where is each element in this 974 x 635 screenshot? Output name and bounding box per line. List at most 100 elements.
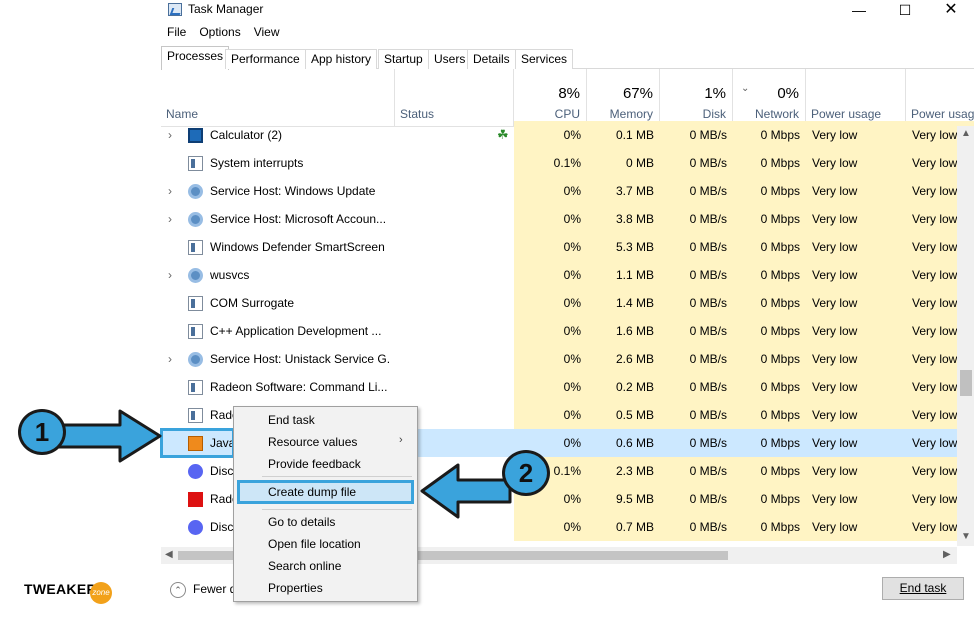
table-row[interactable]: › Service Host: Windows Update 0% 3.7 MB 0 M… (161, 177, 974, 205)
tab-performance[interactable]: Performance (225, 49, 306, 69)
header-disk[interactable]: 1% Disk (660, 69, 733, 127)
close-button[interactable]: ✕ (928, 0, 974, 22)
memory-cell: 9.5 MB (587, 485, 660, 513)
vertical-scroll-thumb[interactable] (960, 370, 972, 396)
memory-cell: 0.2 MB (587, 373, 660, 401)
tab-app-history[interactable]: App history (305, 49, 378, 69)
memory-total: 67% (622, 85, 653, 102)
system-icon (188, 324, 203, 339)
callout-badge-2: 2 (502, 450, 550, 496)
tab-startup[interactable]: Startup (378, 49, 429, 69)
gear-icon (188, 268, 203, 283)
minimize-button[interactable]: — (836, 0, 882, 22)
memory-cell: 2.6 MB (587, 345, 660, 373)
discord-icon (188, 520, 203, 535)
memory-cell: 0.5 MB (587, 401, 660, 429)
memory-cell: 3.8 MB (587, 205, 660, 233)
table-row[interactable]: Radeon Software: Command Li... 0% 0.2 MB 0 … (161, 373, 974, 401)
cpu-total: 8% (558, 85, 580, 102)
menu-go-to-details[interactable]: Go to details (268, 515, 335, 529)
tab-details[interactable]: Details (467, 49, 516, 69)
table-row[interactable]: C++ Application Development ... 0% 1.6 MB 0… (161, 317, 974, 345)
memory-cell: 3.7 MB (587, 177, 660, 205)
header-power[interactable]: Power usage (806, 69, 906, 127)
end-task-label: End task (899, 581, 947, 595)
memory-cell: 1.1 MB (587, 261, 660, 289)
context-menu: End task Resource values › Provide feedb… (233, 406, 418, 602)
disk-cell: 0 MB/s (660, 261, 733, 289)
menu-search-online[interactable]: Search online (268, 559, 341, 573)
sort-chevron-icon: ⌄ (741, 83, 750, 94)
expand-chevron-icon[interactable]: › (168, 261, 178, 289)
table-row[interactable]: › Service Host: Microsoft Accoun... 0% 3.8 … (161, 205, 974, 233)
menu-bar: File Options View (160, 25, 286, 43)
network-cell: 0 Mbps (733, 289, 806, 317)
menu-separator (262, 476, 412, 477)
header-name[interactable]: Name (161, 69, 395, 127)
header-network[interactable]: ⌄ 0% Network (733, 69, 806, 127)
table-row[interactable]: › Service Host: Unistack Service G... 0% 2.… (161, 345, 974, 373)
tab-services[interactable]: Services (515, 49, 574, 69)
process-name: C++ Application Development ... (210, 324, 382, 338)
header-disk-label: Disk (702, 107, 726, 121)
menu-view[interactable]: View (254, 25, 280, 39)
menu-create-dump-file[interactable]: Create dump file (237, 480, 414, 504)
tab-users[interactable]: Users (428, 49, 472, 69)
vertical-scrollbar[interactable]: ▲ ▼ (957, 126, 974, 546)
gear-icon (188, 212, 203, 227)
scroll-left-icon[interactable]: ◀ (165, 549, 173, 560)
fewer-details-link[interactable]: Fewer d (193, 582, 236, 596)
network-cell: 0 Mbps (733, 485, 806, 513)
table-row[interactable]: Windows Defender SmartScreen 0% 5.3 MB 0 MB… (161, 233, 974, 261)
menu-end-task[interactable]: End task (268, 413, 315, 427)
arrow-2-shape (420, 463, 512, 519)
process-name: Windows Defender SmartScreen (210, 240, 385, 254)
system-icon (188, 240, 203, 255)
menu-properties[interactable]: Properties (268, 581, 323, 595)
table-row[interactable]: › Calculator (2) ☘ 0% 0.1 MB 0 MB/s 0 Mbps Very… (161, 121, 974, 149)
collapse-icon[interactable]: ⌃ (170, 582, 186, 598)
network-total: 0% (777, 85, 799, 102)
header-status[interactable]: Status (395, 69, 514, 127)
header-power-trend[interactable]: Power usag (906, 69, 974, 127)
tab-processes[interactable]: Processes (161, 46, 230, 70)
arrow-1-shape (53, 409, 162, 463)
cpu-cell: 0% (514, 345, 587, 373)
disk-cell: 0 MB/s (660, 345, 733, 373)
scroll-right-icon[interactable]: ▶ (943, 549, 951, 560)
menu-file[interactable]: File (167, 25, 186, 39)
scroll-up-icon[interactable]: ▲ (961, 128, 971, 139)
expand-chevron-icon[interactable]: › (168, 121, 178, 149)
table-row[interactable]: › wusvcs 0% 1.1 MB 0 MB/s 0 Mbps Very low Very … (161, 261, 974, 289)
menu-open-file-location[interactable]: Open file location (268, 537, 361, 551)
maximize-button[interactable]: ☐ (882, 0, 928, 22)
leaf-icon: ☘ (497, 127, 509, 142)
cpu-cell: 0% (514, 261, 587, 289)
network-cell: 0 Mbps (733, 513, 806, 541)
menu-options[interactable]: Options (199, 25, 240, 39)
disk-cell: 0 MB/s (660, 401, 733, 429)
header-cpu[interactable]: 8% CPU (514, 69, 587, 127)
disk-cell: 0 MB/s (660, 317, 733, 345)
header-status-label: Status (400, 107, 435, 121)
memory-cell: 2.3 MB (587, 457, 660, 485)
expand-chevron-icon[interactable]: › (168, 177, 178, 205)
expand-chevron-icon[interactable]: › (168, 205, 178, 233)
memory-cell: 5.3 MB (587, 233, 660, 261)
power-cell: Very low (806, 177, 906, 205)
menu-provide-feedback[interactable]: Provide feedback (268, 457, 361, 471)
memory-cell: 1.6 MB (587, 317, 660, 345)
window-title: Task Manager (188, 2, 264, 16)
network-cell: 0 Mbps (733, 121, 806, 149)
network-cell: 0 Mbps (733, 261, 806, 289)
memory-cell: 0.7 MB (587, 513, 660, 541)
header-memory[interactable]: 67% Memory (587, 69, 660, 127)
disk-cell: 0 MB/s (660, 177, 733, 205)
end-task-button[interactable]: End task (882, 577, 964, 600)
expand-chevron-icon[interactable]: › (168, 345, 178, 373)
table-row[interactable]: COM Surrogate 0% 1.4 MB 0 MB/s 0 Mbps Very lo… (161, 289, 974, 317)
menu-resource-values[interactable]: Resource values (268, 435, 408, 449)
system-icon (188, 408, 203, 423)
table-row[interactable]: System interrupts 0.1% 0 MB 0 MB/s 0 Mbps Ver… (161, 149, 974, 177)
scroll-down-icon[interactable]: ▼ (961, 531, 971, 542)
